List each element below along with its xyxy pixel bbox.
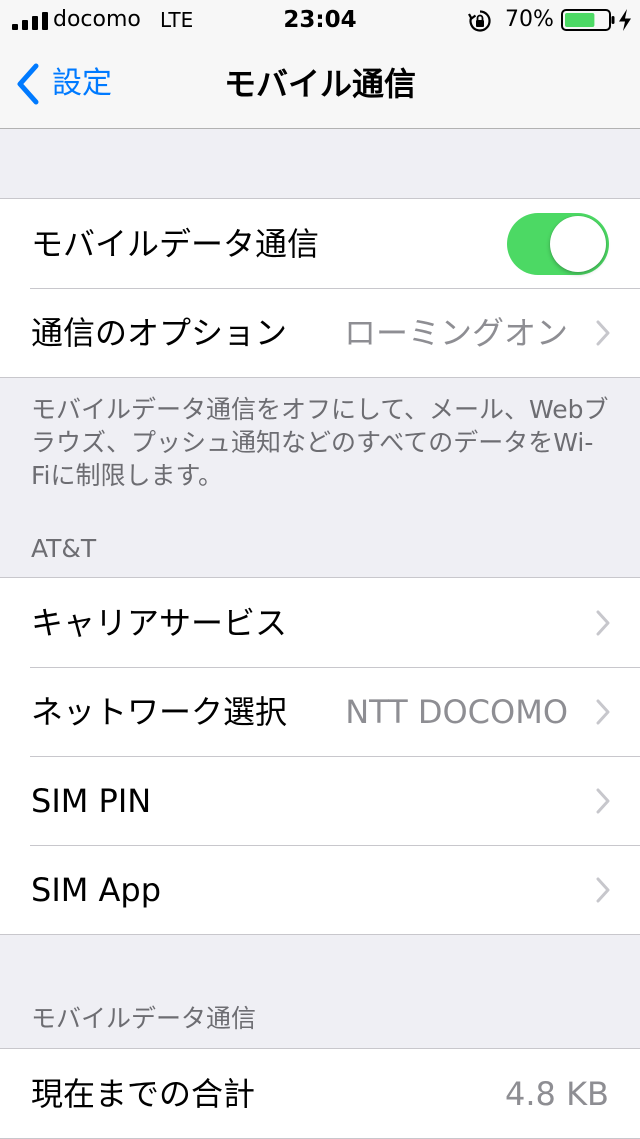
battery-percent: 70% — [505, 7, 554, 32]
mobile-data-label: モバイルデータ通信 — [31, 224, 320, 263]
navigation-bar: 設定 モバイル通信 — [0, 40, 640, 129]
chevron-right-icon — [596, 320, 610, 345]
sim-pin-row[interactable]: SIM PIN — [0, 756, 640, 845]
data-options-label: 通信のオプション — [31, 313, 288, 352]
sim-app-row[interactable]: SIM App — [0, 845, 640, 934]
carrier-services-row[interactable]: キャリアサービス — [0, 578, 640, 667]
mobile-data-row: モバイルデータ通信 — [0, 199, 640, 288]
sim-app-label: SIM App — [31, 870, 162, 909]
orientation-lock-icon — [468, 10, 491, 32]
carrier-services-label: キャリアサービス — [31, 603, 288, 642]
network-selection-label: ネットワーク選択 — [31, 692, 288, 731]
mobile-data-group: モバイルデータ通信 通信のオプション ローミングオン — [0, 198, 640, 378]
chevron-right-icon — [596, 699, 610, 724]
usage-total-row: 現在までの合計 4.8 KB — [0, 1049, 640, 1138]
toggle-knob — [550, 215, 606, 272]
usage-total-value: 4.8 KB — [505, 1074, 609, 1113]
battery-icon — [561, 9, 631, 31]
status-bar: docomo LTE 23:04 70% — [0, 0, 640, 40]
data-options-row[interactable]: 通信のオプション ローミングオン — [0, 288, 640, 377]
page-title: モバイル通信 — [223, 65, 416, 103]
usage-group: 現在までの合計 4.8 KB — [0, 1048, 640, 1139]
chevron-right-icon — [596, 610, 610, 635]
chevron-right-icon — [596, 788, 610, 813]
carrier-section-header: AT&T — [31, 534, 97, 563]
network-selection-value: NTT DOCOMO — [345, 692, 568, 731]
mobile-data-footer: モバイルデータ通信をオフにして、メール、Webブラウズ、プッシュ通知などのすべて… — [31, 395, 609, 490]
usage-section-header: モバイルデータ通信 — [31, 1004, 257, 1033]
usage-total-label: 現在までの合計 — [31, 1074, 256, 1113]
mobile-data-toggle[interactable] — [507, 212, 609, 275]
chevron-right-icon — [596, 877, 610, 902]
network-selection-row[interactable]: ネットワーク選択 NTT DOCOMO — [0, 667, 640, 756]
data-options-value: ローミングオン — [343, 313, 568, 352]
charging-bolt-icon — [619, 9, 631, 31]
carrier-group: キャリアサービス ネットワーク選択 NTT DOCOMO SIM PIN SIM… — [0, 577, 640, 935]
sim-pin-label: SIM PIN — [31, 781, 152, 820]
